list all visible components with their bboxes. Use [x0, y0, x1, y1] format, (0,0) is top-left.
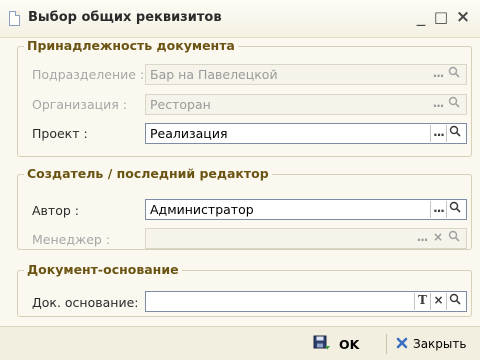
- organization-field: Ресторан ...: [145, 94, 467, 115]
- project-value[interactable]: Реализация: [150, 126, 227, 141]
- manager-field: ... ×: [145, 228, 467, 249]
- author-group-title: Создатель / последний редактор: [24, 166, 272, 181]
- department-choose-button: ...: [432, 66, 445, 80]
- project-choose-button[interactable]: ...: [430, 125, 446, 142]
- basis-clear-button[interactable]: ×: [430, 293, 446, 310]
- department-value: Бар на Павелецкой: [150, 67, 278, 82]
- author-label: Автор :: [32, 203, 79, 218]
- basis-field[interactable]: T ×: [145, 291, 467, 312]
- basis-label: Док. основание:: [32, 295, 139, 310]
- dialog-footer: OK Закрыть: [0, 326, 480, 360]
- manager-label: Менеджер :: [32, 232, 111, 247]
- author-value[interactable]: Администратор: [150, 202, 254, 217]
- ok-label: OK: [339, 336, 360, 352]
- manager-clear-button: ×: [432, 230, 444, 244]
- search-icon: [446, 230, 462, 247]
- document-icon: [9, 11, 20, 26]
- close-x-icon: [395, 336, 409, 353]
- organization-label: Организация :: [32, 97, 127, 112]
- search-icon: [446, 66, 462, 83]
- ok-button[interactable]: OK: [313, 332, 379, 356]
- search-icon: [446, 96, 462, 113]
- search-icon[interactable]: [446, 201, 462, 218]
- department-label: Подразделение :: [32, 67, 145, 82]
- author-choose-button[interactable]: ...: [430, 201, 446, 218]
- department-field: Бар на Павелецкой ...: [145, 64, 467, 85]
- close-window-button[interactable]: ×: [453, 6, 473, 28]
- project-field[interactable]: Реализация ...: [145, 123, 467, 144]
- ownership-group-title: Принадлежность документа: [24, 38, 238, 53]
- search-icon[interactable]: [446, 125, 462, 142]
- save-disk-icon: [313, 335, 331, 354]
- close-label: Закрыть: [413, 337, 467, 351]
- manager-choose-button: ...: [416, 230, 429, 244]
- organization-value: Ресторан: [150, 97, 211, 112]
- search-icon[interactable]: [446, 293, 462, 310]
- footer-separator: [386, 334, 387, 354]
- basis-group-title: Документ-основание: [24, 262, 182, 277]
- minimize-button[interactable]: _: [411, 6, 431, 28]
- text-button[interactable]: T: [414, 293, 430, 310]
- organization-choose-button: ...: [432, 96, 445, 110]
- title-bar[interactable]: Выбор общих реквизитов _ □ ×: [0, 0, 480, 38]
- close-button[interactable]: Закрыть: [395, 332, 475, 356]
- author-field[interactable]: Администратор ...: [145, 199, 467, 220]
- dialog-window: Выбор общих реквизитов _ □ × Принадлежно…: [0, 0, 480, 360]
- project-label: Проект :: [32, 126, 88, 141]
- maximize-button[interactable]: □: [431, 6, 451, 28]
- basis-input[interactable]: [146, 292, 414, 311]
- window-title: Выбор общих реквизитов: [28, 10, 222, 25]
